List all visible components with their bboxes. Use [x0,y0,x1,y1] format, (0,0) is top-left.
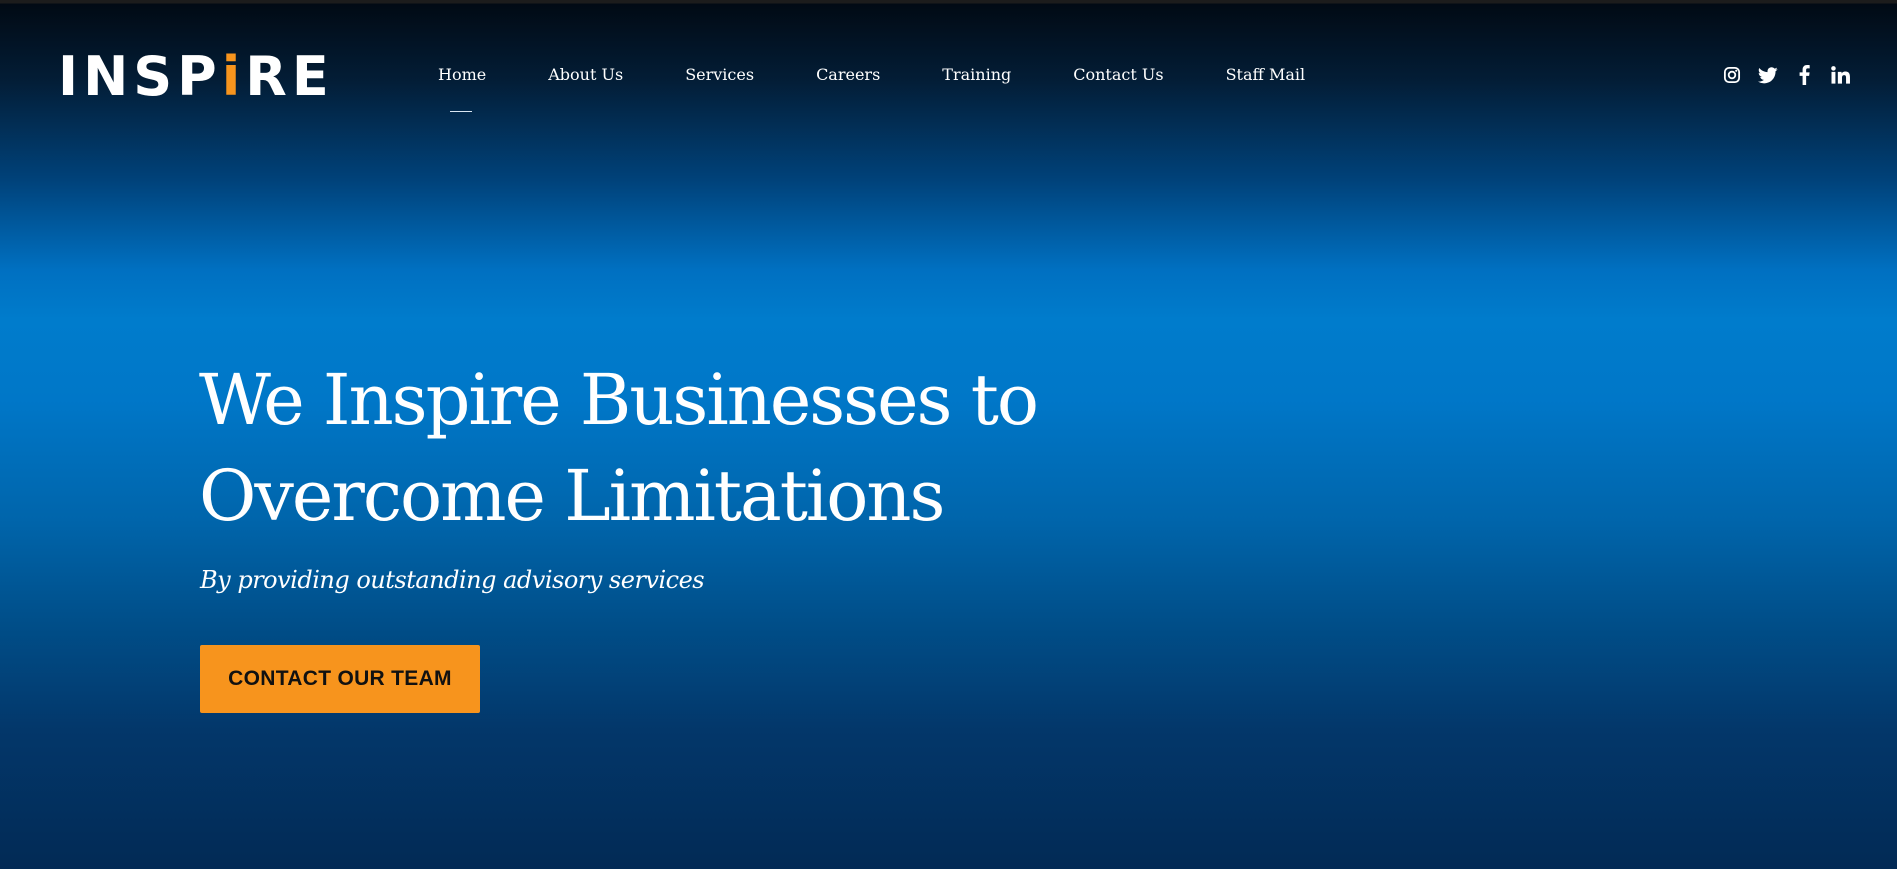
facebook-icon[interactable] [1793,64,1815,86]
nav-item-contact-us[interactable]: Contact Us [1073,64,1163,86]
logo-text-part1: INSP [58,45,222,108]
hero-subheadline: By providing outstanding advisory servic… [200,566,705,594]
instagram-icon[interactable] [1721,64,1743,86]
nav-item-careers[interactable]: Careers [816,64,880,86]
contact-our-team-button[interactable]: CONTACT OUR TEAM [200,645,480,713]
nav-item-staff-mail[interactable]: Staff Mail [1226,64,1306,86]
logo-text-part2: RE [245,45,334,108]
nav-item-label: Services [685,65,755,84]
hero-headline-line1: We Inspire Businesses to [199,359,1039,441]
nav-item-label: Staff Mail [1225,65,1306,84]
nav-item-home[interactable]: Home [438,64,487,112]
logo-text-accent: i [221,45,246,108]
nav-item-about-us[interactable]: About Us [548,64,623,86]
social-links [1707,64,1851,86]
inspire-logo[interactable]: INSP i RE [58,50,334,104]
nav-item-label: Contact Us [1073,65,1164,84]
nav-item-training[interactable]: Training [942,64,1011,86]
linkedin-icon[interactable] [1829,64,1851,86]
twitter-icon[interactable] [1757,64,1779,86]
main-nav: Home About Us Services Careers Training … [438,64,1367,112]
hero-headline-line2: Overcome Limitations [199,455,945,537]
nav-item-label: Home [438,65,487,84]
hero-headline: We Inspire Businesses to Overcome Limita… [199,352,1099,544]
hero-section: INSP i RE Home About Us Services Careers T… [0,0,1897,869]
nav-item-label: Training [942,65,1012,84]
nav-item-services[interactable]: Services [685,64,754,86]
nav-item-label: About Us [548,65,624,84]
nav-item-label: Careers [816,65,881,84]
active-nav-indicator [450,111,472,112]
